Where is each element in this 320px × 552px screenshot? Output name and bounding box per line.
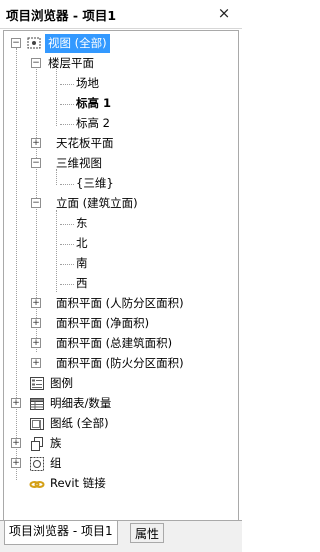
tree-label: Revit 链接	[50, 476, 106, 490]
expand-icon[interactable]: +	[11, 458, 21, 468]
tree-node-schedules[interactable]: + 明细表/数量	[4, 394, 234, 413]
tree-label: 场地	[76, 76, 99, 90]
expand-icon[interactable]: +	[31, 318, 41, 328]
title-bar[interactable]: 项目浏览器 - 项目1 ×	[0, 0, 242, 29]
window-title: 项目浏览器 - 项目1	[6, 8, 117, 23]
tree-node-sheets[interactable]: 图纸 (全部)	[4, 414, 234, 433]
tree-node-ceiling-plans[interactable]: + 天花板平面	[4, 134, 234, 153]
tree-node-groups[interactable]: + 组	[4, 454, 234, 473]
tree-label: 三维视图	[56, 156, 102, 170]
expand-icon[interactable]: +	[11, 438, 21, 448]
tree-label: {三维}	[76, 176, 114, 190]
tab-bar: 项目浏览器 - 项目1 属性	[0, 520, 242, 552]
tree-node-north[interactable]: 北	[4, 234, 234, 253]
tree-label: 图纸 (全部)	[50, 416, 109, 430]
tree-node-families[interactable]: + 族	[4, 434, 234, 453]
tree-node-3d-view[interactable]: {三维}	[4, 174, 234, 193]
tree-label: 北	[76, 236, 88, 250]
tree-label: 面积平面 (净面积)	[56, 316, 150, 330]
collapse-icon[interactable]: −	[31, 58, 41, 68]
tree-label: 面积平面 (总建筑面积)	[56, 336, 173, 350]
tree-label: 西	[76, 276, 88, 290]
tree-label: 东	[76, 216, 88, 230]
tab-project-browser[interactable]: 项目浏览器 - 项目1	[4, 521, 118, 545]
tree-node-3d-views[interactable]: − 三维视图	[4, 154, 234, 173]
tree-label: 面积平面 (人防分区面积)	[56, 296, 184, 310]
close-icon[interactable]: ×	[214, 4, 234, 22]
schedule-icon	[30, 398, 44, 410]
tree-node-area-civil[interactable]: + 面积平面 (人防分区面积)	[4, 294, 234, 313]
tree-node-floor-plans[interactable]: − 楼层平面	[4, 54, 234, 73]
tree-node-level-2[interactable]: 标高 2	[4, 114, 234, 133]
sheet-icon	[30, 418, 44, 430]
project-browser-panel: 项目浏览器 - 项目1 × − 视图 (全部) − 楼层平面 场地 标高 1 标…	[0, 0, 242, 552]
collapse-icon[interactable]: −	[11, 38, 21, 48]
expand-icon[interactable]: +	[31, 298, 41, 308]
tree-node-legends[interactable]: 图例	[4, 374, 234, 393]
expand-icon[interactable]: +	[11, 398, 21, 408]
tree-node-area-net[interactable]: + 面积平面 (净面积)	[4, 314, 234, 333]
tree-label: 视图 (全部)	[45, 34, 110, 53]
tree-node-elevations[interactable]: − 立面 (建筑立面)	[4, 194, 234, 213]
tree-label: 立面 (建筑立面)	[56, 196, 138, 210]
tab-properties[interactable]: 属性	[130, 523, 165, 543]
expand-icon[interactable]: +	[31, 138, 41, 148]
tree-node-views[interactable]: − 视图 (全部)	[4, 34, 234, 53]
tree-node-level-1[interactable]: 标高 1	[4, 94, 234, 113]
tree-label: 族	[50, 436, 62, 450]
tree-label: 图例	[50, 376, 73, 390]
tree-label: 楼层平面	[48, 56, 94, 70]
tree-node-revit-links[interactable]: Revit 链接	[4, 474, 234, 493]
tree-node-east[interactable]: 东	[4, 214, 234, 233]
tree-label: 标高 2	[76, 116, 110, 130]
tree-label: 标高 1	[76, 96, 112, 110]
tree-node-area-gross[interactable]: + 面积平面 (总建筑面积)	[4, 334, 234, 353]
views-icon	[27, 37, 41, 49]
collapse-icon[interactable]: −	[31, 158, 41, 168]
tree-label: 天花板平面	[56, 136, 114, 150]
tree-label: 明细表/数量	[50, 396, 112, 410]
tree-node-site[interactable]: 场地	[4, 74, 234, 93]
tree-label: 组	[50, 456, 62, 470]
link-icon	[29, 481, 45, 488]
project-tree: − 视图 (全部) − 楼层平面 场地 标高 1 标高 2 + 天花板平面 − …	[3, 30, 239, 520]
tree-node-south[interactable]: 南	[4, 254, 234, 273]
tree-label: 南	[76, 256, 88, 270]
expand-icon[interactable]: +	[31, 358, 41, 368]
tree-node-area-fire[interactable]: + 面积平面 (防火分区面积)	[4, 354, 234, 373]
collapse-icon[interactable]: −	[31, 198, 41, 208]
tree-node-west[interactable]: 西	[4, 274, 234, 293]
family-icon	[31, 437, 43, 451]
expand-icon[interactable]: +	[31, 338, 41, 348]
tree-label: 面积平面 (防火分区面积)	[56, 356, 184, 370]
group-icon	[30, 457, 44, 471]
legend-icon	[30, 377, 44, 390]
